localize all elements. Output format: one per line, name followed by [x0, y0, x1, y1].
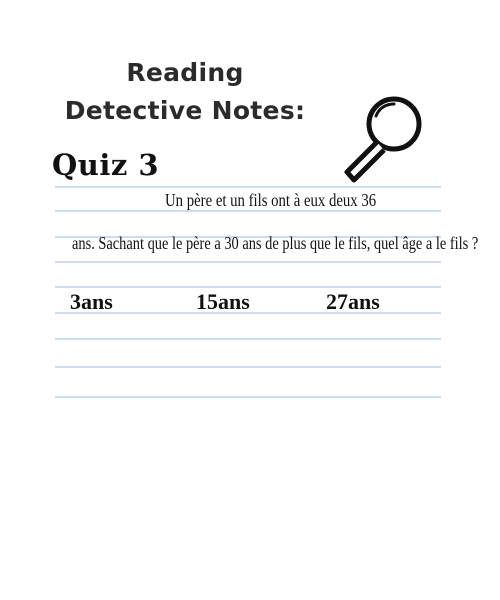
question-text-line-1: Un père et un fils ont à eux deux 36: [165, 190, 377, 210]
ruled-line: [55, 366, 441, 368]
magnifying-glass-icon: [344, 96, 422, 183]
ruled-line: [55, 261, 441, 263]
header-title-reading: Reading: [126, 58, 244, 87]
header-title-detective-notes: Detective Notes:: [64, 96, 306, 125]
quiz-title: Quiz 3: [52, 148, 160, 182]
answer-option-27ans[interactable]: 27ans: [326, 289, 380, 315]
question-text-line-2: ans. Sachant que le père a 30 ans de plu…: [72, 233, 479, 253]
answer-option-3ans[interactable]: 3ans: [70, 289, 113, 315]
ruled-line: [55, 186, 441, 188]
answer-option-15ans[interactable]: 15ans: [196, 289, 250, 315]
ruled-line: [55, 338, 441, 340]
ruled-line: [55, 286, 441, 288]
ruled-line: [55, 396, 441, 398]
